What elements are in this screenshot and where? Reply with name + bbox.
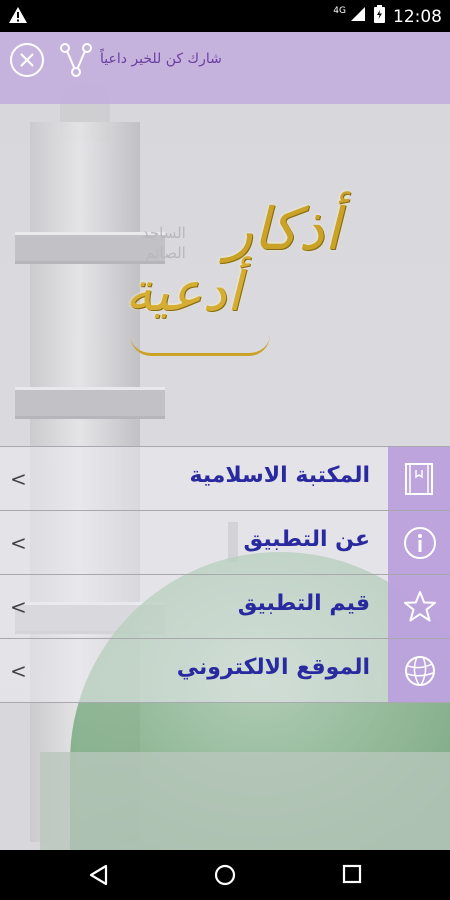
chevron-left-icon: <	[10, 531, 27, 555]
logo-subtitle: الساجد الصائم	[142, 223, 186, 263]
close-button[interactable]	[10, 43, 44, 77]
menu-icon-box	[388, 447, 450, 510]
dome-base	[40, 752, 450, 850]
signal-icon	[350, 6, 366, 27]
chevron-left-icon: <	[10, 595, 27, 619]
logo-swash	[130, 335, 270, 356]
warning-icon	[8, 6, 28, 28]
recents-button[interactable]	[342, 864, 362, 888]
menu-item-about-app[interactable]: < عن التطبيق	[0, 510, 450, 574]
menu-item-website[interactable]: < الموقع الالكتروني	[0, 638, 450, 703]
status-bar: 4G 12:08	[0, 0, 450, 32]
logo-title-top: أذكار	[225, 195, 341, 263]
chevron-left-icon: <	[10, 467, 27, 491]
info-icon	[404, 527, 436, 559]
menu-icon-box	[388, 575, 450, 638]
home-circle-icon	[214, 864, 236, 886]
app-logo: الساجد الصائم أذكار أدعية	[120, 195, 350, 365]
battery-icon	[374, 5, 385, 28]
menu-item-label: عن التطبيق	[243, 527, 371, 552]
share-icon	[60, 43, 92, 77]
logo-title-bottom: أدعية	[125, 260, 242, 323]
clock: 12:08	[393, 6, 442, 27]
menu-icon-box	[388, 639, 450, 702]
home-button[interactable]	[214, 864, 236, 890]
menu-item-rate-app[interactable]: < قيم التطبيق	[0, 574, 450, 638]
logo-subtitle-line1: الساجد	[142, 224, 186, 242]
globe-icon	[405, 656, 435, 686]
minaret-balcony	[15, 387, 165, 419]
back-triangle-icon	[89, 864, 108, 886]
menu-item-label: قيم التطبيق	[237, 591, 370, 616]
share-message: شارك كن للخير داعياً	[100, 51, 222, 67]
chevron-left-icon: <	[10, 659, 27, 683]
main-menu: < المكتبة الاسلامية < عن التطبيق < قيم ا…	[0, 446, 450, 703]
background-mosque-image	[0, 32, 450, 850]
back-button[interactable]	[88, 864, 110, 890]
menu-item-label: الموقع الالكتروني	[176, 655, 370, 680]
network-type: 4G	[333, 5, 346, 16]
star-icon	[404, 591, 436, 622]
menu-item-label: المكتبة الاسلامية	[189, 463, 370, 488]
share-button[interactable]	[58, 42, 94, 78]
menu-icon-box	[388, 511, 450, 574]
navigation-bar	[0, 850, 450, 900]
book-icon	[405, 463, 433, 495]
recents-square-icon	[342, 864, 362, 884]
menu-item-islamic-library[interactable]: < المكتبة الاسلامية	[0, 446, 450, 510]
close-icon	[20, 53, 34, 67]
